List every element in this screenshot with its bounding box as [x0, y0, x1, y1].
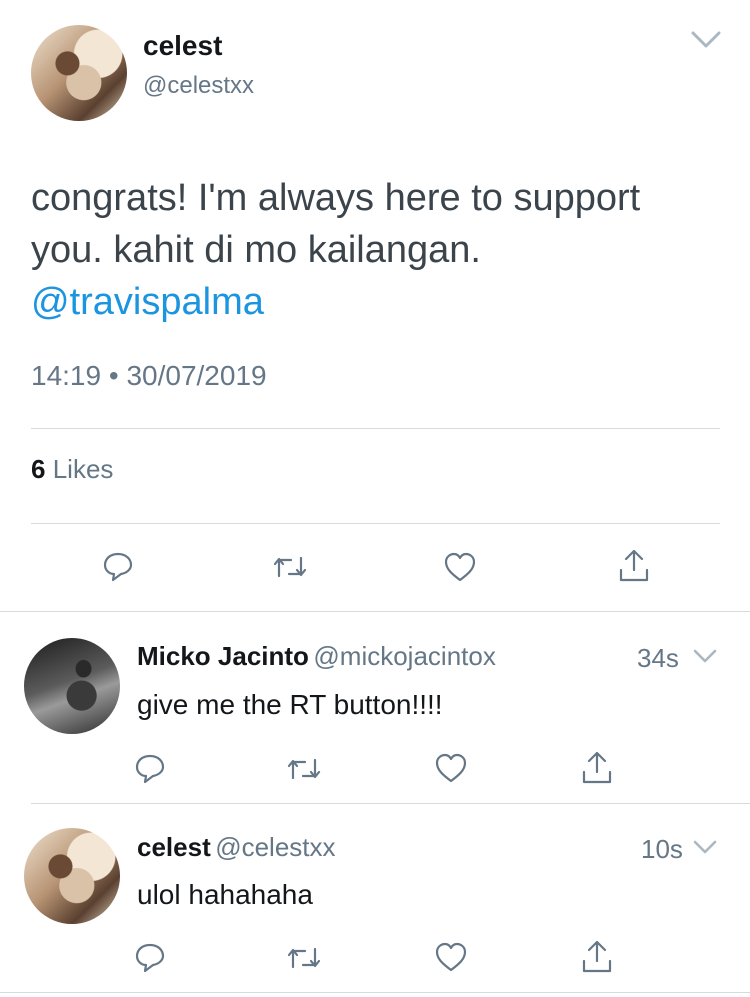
divider — [31, 428, 720, 429]
heart-icon[interactable] — [434, 941, 468, 973]
reply-avatar[interactable] — [24, 638, 120, 734]
share-icon[interactable] — [617, 548, 651, 584]
retweet-icon[interactable] — [286, 943, 322, 973]
reply-author-handle[interactable]: @mickojacintox — [313, 641, 495, 671]
reply-header: Micko Jacinto @mickojacintox — [137, 641, 496, 672]
reply-author-name[interactable]: celest — [137, 832, 211, 862]
chevron-down-icon[interactable] — [692, 648, 718, 664]
reply-header: celest @celestxx — [137, 832, 336, 863]
divider — [31, 523, 720, 524]
heart-icon[interactable] — [434, 752, 468, 784]
mention-link[interactable]: @travispalma — [31, 276, 721, 328]
reply-icon[interactable] — [134, 941, 166, 973]
tweet-time: 14:19 — [31, 360, 102, 391]
author-name[interactable]: celest — [143, 30, 222, 62]
divider — [0, 992, 750, 993]
divider — [0, 611, 750, 612]
heart-icon[interactable] — [443, 551, 477, 583]
tweet-text: congrats! I'm always here to support you… — [31, 172, 721, 328]
likes-count: 6 — [31, 454, 46, 484]
tweet-date: 30/07/2019 — [126, 360, 267, 391]
retweet-icon[interactable] — [286, 754, 322, 784]
likes-count-link[interactable]: 6 Likes — [31, 454, 113, 485]
reply-avatar[interactable] — [24, 828, 120, 924]
reply-icon[interactable] — [134, 752, 166, 784]
tweet-text-line: you. kahit di mo kailangan. — [31, 229, 481, 271]
reply-author-handle[interactable]: @celestxx — [215, 832, 335, 862]
likes-label: Likes — [52, 454, 114, 484]
author-handle[interactable]: @celestxx — [143, 72, 254, 100]
reply-icon[interactable] — [102, 550, 134, 582]
reply-time: 34s — [637, 643, 679, 673]
reply-time: 10s — [641, 834, 683, 864]
reply-text: ulol hahahaha — [137, 879, 313, 910]
share-icon[interactable] — [580, 750, 614, 786]
meta-separator: • — [108, 360, 119, 391]
chevron-down-icon[interactable] — [692, 839, 718, 855]
author-avatar[interactable] — [31, 25, 127, 121]
retweet-icon[interactable] — [272, 552, 308, 582]
tweet-timestamp: 14:19 • 30/07/2019 — [31, 360, 267, 392]
reply-author-name[interactable]: Micko Jacinto — [137, 641, 309, 671]
divider — [31, 803, 750, 804]
chevron-down-icon[interactable] — [690, 30, 722, 50]
tweet-text-line: congrats! I'm always here to support — [31, 177, 641, 219]
share-icon[interactable] — [580, 939, 614, 975]
reply-text: give me the RT button!!!! — [137, 689, 443, 720]
